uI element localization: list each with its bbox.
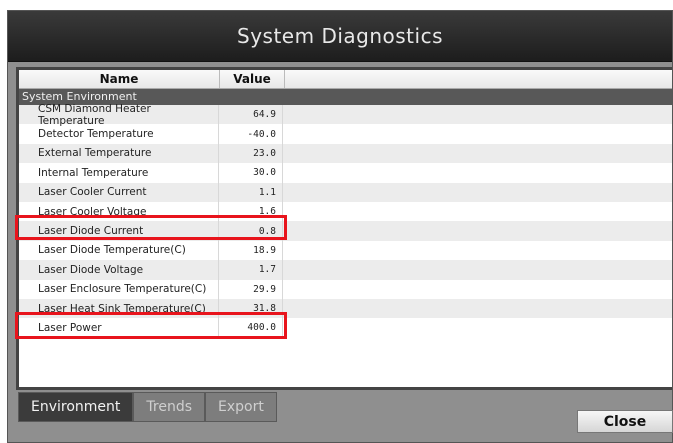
diagnostics-table: Name Value System Environment CSM Diamon…: [16, 67, 672, 390]
row-value: 29.9: [219, 279, 283, 299]
table-row[interactable]: Detector Temperature -40.0: [19, 124, 672, 144]
table-row[interactable]: Laser Power 400.0: [19, 318, 672, 338]
row-value: 23.0: [219, 143, 283, 164]
row-value: 400.0: [219, 318, 283, 338]
row-name: Laser Heat Sink Temperature(C): [19, 298, 219, 319]
tab-bar: Environment Trends Export: [18, 392, 277, 422]
row-value: 1.6: [219, 201, 283, 222]
row-name: Internal Temperature: [19, 163, 219, 183]
row-name: External Temperature: [19, 143, 219, 164]
tab-export[interactable]: Export: [205, 392, 277, 422]
table-row[interactable]: Laser Cooler Current 1.1: [19, 182, 672, 202]
table-row[interactable]: Laser Diode Voltage 1.7: [19, 260, 672, 280]
row-name: Laser Diode Voltage: [19, 260, 219, 280]
row-value: 31.8: [219, 298, 283, 319]
row-value: 0.8: [219, 221, 283, 241]
row-value: 1.1: [219, 182, 283, 202]
row-value: 1.7: [219, 260, 283, 280]
table-row[interactable]: Laser Diode Temperature(C) 18.9: [19, 240, 672, 261]
table-row[interactable]: Laser Heat Sink Temperature(C) 31.8: [19, 298, 672, 319]
column-header-value[interactable]: Value: [220, 70, 285, 88]
close-button[interactable]: Close: [577, 410, 673, 433]
row-name: Laser Power: [19, 318, 219, 338]
row-value: 64.9: [219, 105, 283, 125]
table-row[interactable]: External Temperature 23.0: [19, 143, 672, 164]
row-value: 30.0: [219, 163, 283, 183]
row-name: Laser Cooler Voltage: [19, 201, 219, 222]
table-row[interactable]: CSM Diamond Heater Temperature 64.9: [19, 103, 672, 127]
table-row[interactable]: Laser Cooler Voltage 1.6: [19, 201, 672, 222]
tab-trends[interactable]: Trends: [133, 392, 206, 422]
table-row[interactable]: Laser Diode Current 0.8: [19, 221, 672, 241]
row-name: Laser Diode Current: [19, 221, 219, 241]
tab-environment[interactable]: Environment: [18, 392, 134, 422]
row-value: -40.0: [219, 124, 283, 144]
row-name: CSM Diamond Heater Temperature: [19, 103, 219, 127]
table-row[interactable]: Internal Temperature 30.0: [19, 163, 672, 183]
row-name: Detector Temperature: [19, 124, 219, 144]
table-row[interactable]: Laser Enclosure Temperature(C) 29.9: [19, 279, 672, 299]
row-name: Laser Diode Temperature(C): [19, 240, 219, 261]
table-body: CSM Diamond Heater Temperature 64.9 Detect…: [19, 103, 672, 338]
column-header-name[interactable]: Name: [19, 70, 220, 88]
row-name: Laser Enclosure Temperature(C): [19, 279, 219, 299]
window-title: System Diagnostics: [237, 24, 443, 48]
title-bar: System Diagnostics: [8, 11, 672, 62]
table-header: Name Value: [19, 70, 672, 89]
diagnostics-window: System Diagnostics Name Value System Env…: [7, 10, 673, 443]
row-name: Laser Cooler Current: [19, 182, 219, 202]
row-value: 18.9: [219, 240, 283, 261]
